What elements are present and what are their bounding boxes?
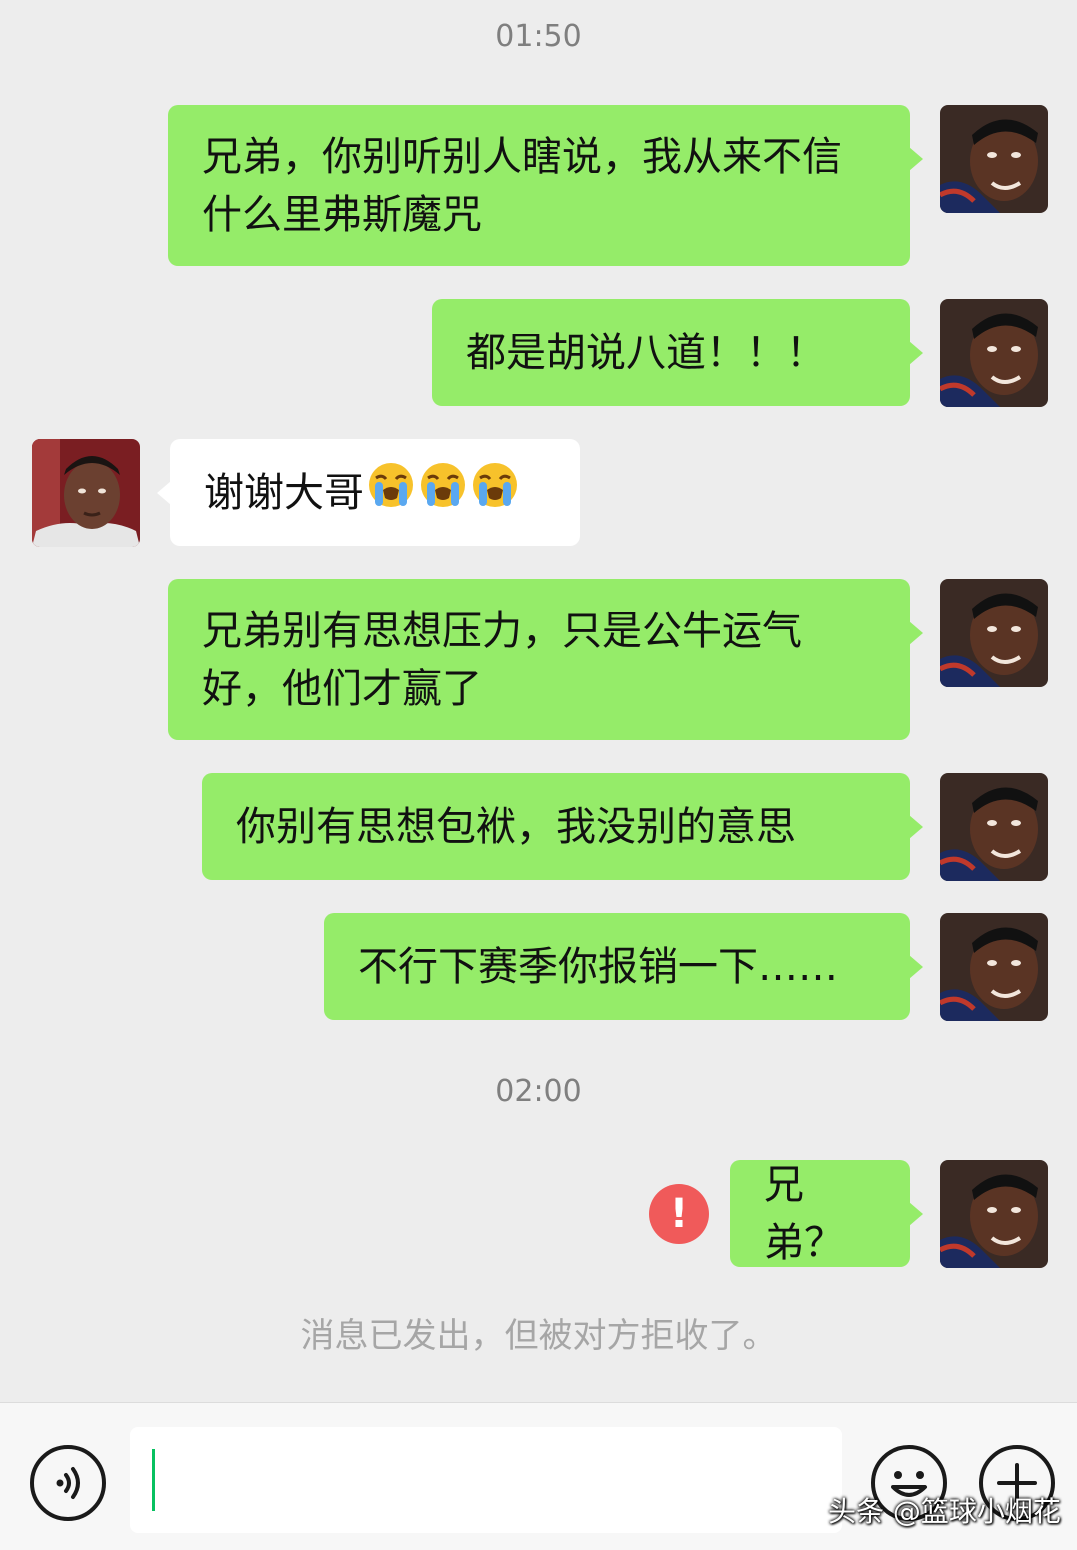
message-text: 你别有思想包袱，我没别的意思 <box>236 803 796 850</box>
contact-avatar[interactable] <box>32 439 140 547</box>
my-avatar[interactable] <box>940 913 1048 1021</box>
message-input[interactable] <box>130 1427 842 1533</box>
voice-input-icon <box>56 1467 80 1499</box>
my-avatar[interactable] <box>940 299 1048 407</box>
voice-button[interactable] <box>30 1445 106 1521</box>
my-avatar[interactable] <box>940 1160 1048 1268</box>
loudly-crying-face-emoji <box>470 460 520 526</box>
loudly-crying-face-emoji <box>418 460 468 526</box>
message-bubble-incoming[interactable]: 谢谢大哥 <box>157 439 580 546</box>
message-text: 兄弟，你别听别人瞎说，我从来不信什么里弗斯魔咒 <box>202 133 842 238</box>
message-text: 不行下赛季你报销一下…… <box>358 943 838 990</box>
watermark: 头条 @篮球小烟花 <box>828 1495 1061 1528</box>
chat-area[interactable]: 01:50 兄弟，你别听别人瞎说，我从来不信什么里弗斯魔咒 都是胡说八道！！！ <box>0 0 1077 1402</box>
my-avatar[interactable] <box>940 579 1048 687</box>
my-avatar[interactable] <box>940 773 1048 881</box>
message-text: 都是胡说八道！！！ <box>466 329 826 376</box>
my-avatar[interactable] <box>940 105 1048 213</box>
timestamp: 02:00 <box>495 1074 582 1109</box>
message-bubble-outgoing[interactable]: 你别有思想包袱，我没别的意思 <box>202 773 923 880</box>
send-failed-icon[interactable]: ! <box>649 1184 709 1244</box>
message-text: 兄弟别有思想压力，只是公牛运气好，他们才赢了 <box>202 607 802 712</box>
message-bubble-outgoing[interactable]: 兄弟？ <box>730 1160 923 1267</box>
timestamp: 01:50 <box>495 19 582 54</box>
loudly-crying-face-emoji <box>366 460 416 526</box>
message-text: 兄弟？ <box>764 1161 844 1266</box>
system-notice: 消息已发出，但被对方拒收了。 <box>300 1316 777 1356</box>
message-bubble-outgoing[interactable]: 不行下赛季你报销一下…… <box>324 913 923 1020</box>
message-bubble-outgoing[interactable]: 都是胡说八道！！！ <box>432 299 923 406</box>
message-bubble-outgoing[interactable]: 兄弟，你别听别人瞎说，我从来不信什么里弗斯魔咒 <box>168 105 923 266</box>
text-caret <box>152 1449 155 1511</box>
message-text: 谢谢大哥 <box>204 469 364 516</box>
message-bubble-outgoing[interactable]: 兄弟别有思想压力，只是公牛运气好，他们才赢了 <box>168 579 923 740</box>
